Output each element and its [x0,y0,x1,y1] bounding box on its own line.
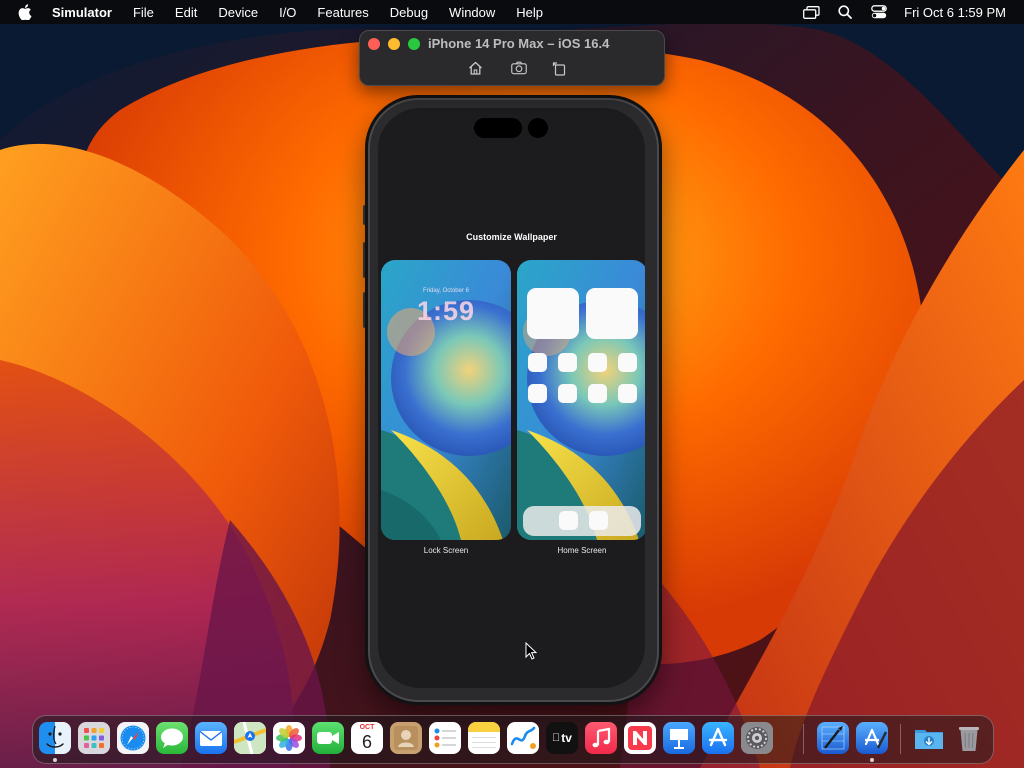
facetime-icon[interactable] [312,722,344,754]
xcode-running-indicator [870,758,874,762]
zoom-window-button[interactable] [408,38,420,50]
calendar-icon[interactable]: OCT 6 [351,722,383,754]
notes-icon[interactable] [468,722,500,754]
reminders-icon[interactable] [429,722,461,754]
screenshot-icon[interactable] [511,60,527,76]
menu-debug[interactable]: Debug [390,5,428,20]
photos-icon[interactable] [273,722,305,754]
calendar-month: OCT [359,724,375,731]
downloads-folder-icon[interactable] [913,722,945,754]
minimize-window-button[interactable] [388,38,400,50]
customize-wallpaper-title: Customize Wallpaper [466,232,557,242]
front-camera [528,118,548,138]
menu-window[interactable]: Window [449,5,495,20]
lock-screen-preview[interactable]: Friday, October 6 1:59 [381,260,511,540]
simulator-window-toolbar: iPhone 14 Pro Max – iOS 16.4 [359,30,665,86]
iphone-device-frame: Customize Wallpaper Friday, October 6 1:… [368,98,659,702]
tv-label: tv [557,731,572,745]
lock-screen-date: Friday, October 6 [423,288,469,294]
safari-icon[interactable] [117,722,149,754]
home-screen-label: Home Screen [557,546,607,555]
home-screen-preview[interactable] [517,260,645,540]
display-mirroring-icon[interactable] [802,3,820,21]
phone-screen: Customize Wallpaper Friday, October 6 1:… [378,108,645,688]
dock: OCT 6 tv [32,715,994,764]
music-icon[interactable] [585,722,617,754]
spotlight-search-icon[interactable] [836,3,854,21]
home-app-tile [588,353,607,372]
home-app-tile [528,353,547,372]
home-widget-large [527,288,579,339]
home-app-tile [588,384,607,403]
menu-edit[interactable]: Edit [175,5,197,20]
menu-help[interactable]: Help [516,5,543,20]
menu-device[interactable]: Device [218,5,258,20]
menu-app-simulator[interactable]: Simulator [52,5,112,20]
apple-icon[interactable] [18,4,34,20]
home-app-tile [618,384,637,403]
menu-bar: Simulator File Edit Device I/O Features … [0,0,1024,24]
keynote-icon[interactable] [663,722,695,754]
maps-icon[interactable] [234,722,266,754]
home-dock-tile [559,511,578,530]
tv-icon[interactable]: tv [546,722,578,754]
control-center-icon[interactable] [870,3,888,21]
mouse-pointer-icon [525,642,537,660]
phone-volume-up-button [363,242,367,278]
lock-screen-label: Lock Screen [423,546,469,555]
trash-icon[interactable] [953,722,985,754]
menu-file[interactable]: File [133,5,154,20]
news-icon[interactable] [624,722,656,754]
xcode-icon[interactable] [856,722,888,754]
home-app-tile [528,384,547,403]
app-store-icon[interactable] [702,722,734,754]
instruments-icon[interactable] [817,722,849,754]
freeform-icon[interactable] [507,722,539,754]
messages-icon[interactable] [156,722,188,754]
contacts-icon[interactable] [390,722,422,754]
home-app-tile [618,353,637,372]
phone-silent-switch [363,205,367,225]
dock-separator [900,724,901,754]
home-icon[interactable] [467,60,483,76]
finder-icon[interactable] [39,722,71,754]
calendar-day: 6 [361,732,372,752]
system-settings-icon[interactable] [741,722,773,754]
dynamic-island [474,118,522,138]
home-dock-bar [523,506,641,536]
launchpad-icon[interactable] [78,722,110,754]
mail-icon[interactable] [195,722,227,754]
window-title: iPhone 14 Pro Max – iOS 16.4 [428,36,610,51]
menubar-clock[interactable]: Fri Oct 6 1:59 PM [904,5,1006,20]
close-window-button[interactable] [368,38,380,50]
home-widget-large [586,288,638,339]
dock-separator [803,724,804,754]
home-dock-tile [589,511,608,530]
rotate-icon[interactable] [551,60,567,76]
phone-volume-down-button [363,292,367,328]
apple-logo-glyph:  [552,732,560,744]
menu-io[interactable]: I/O [279,5,296,20]
home-app-tile [558,384,577,403]
menu-features[interactable]: Features [317,5,368,20]
finder-running-indicator [53,758,57,762]
home-app-tile [558,353,577,372]
lock-screen-time: 1:59 [416,296,476,326]
